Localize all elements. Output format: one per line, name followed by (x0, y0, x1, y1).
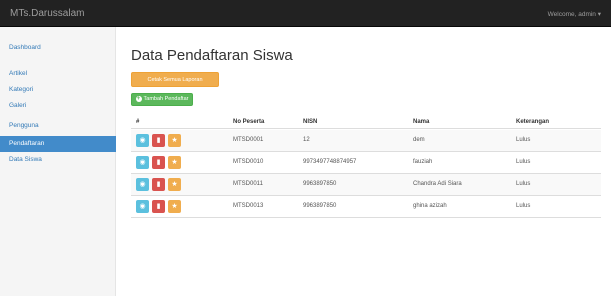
star-icon[interactable]: ★ (168, 134, 181, 147)
cell-keterangan: Lulus (516, 181, 531, 187)
star-icon[interactable]: ★ (168, 178, 181, 191)
sidebar-item-artikel[interactable]: Artikel (0, 66, 116, 82)
table-row: ◉ ▮ ★ MTSD0013 9963897850 ghina azizah L… (131, 196, 601, 218)
cell-keterangan: Lulus (516, 203, 531, 209)
trash-icon[interactable]: ▮ (152, 200, 165, 213)
eye-icon[interactable]: ◉ (136, 156, 149, 169)
top-navbar: MTs.Darussalam Welcome, admin ▾ (0, 0, 611, 27)
print-report-button[interactable]: Cetak Semua Laporan (131, 72, 219, 87)
trash-icon[interactable]: ▮ (152, 156, 165, 169)
plus-circle-icon: + (135, 95, 142, 102)
cell-nisn: 9963897850 (303, 181, 337, 187)
cell-no-peserta: MTSD0001 (233, 137, 264, 143)
sidebar-item-dashboard[interactable]: Dashboard (0, 40, 116, 56)
page-title: Data Pendaftaran Siswa (131, 47, 293, 64)
table-row: ◉ ▮ ★ MTSD0010 9973497748874957 fauziah … (131, 152, 601, 174)
sidebar-item-kategori[interactable]: Kategori (0, 82, 116, 98)
cell-nisn: 12 (303, 137, 310, 143)
sidebar-item-pengguna[interactable]: Pengguna (0, 118, 116, 134)
sidebar-item-pendaftaran[interactable]: Pendaftaran (0, 136, 116, 152)
trash-icon[interactable]: ▮ (152, 134, 165, 147)
col-header-number: # (136, 119, 140, 125)
table-header: # No Peserta NISN Nama Keterangan (131, 117, 601, 129)
star-icon[interactable]: ★ (168, 156, 181, 169)
table-row: ◉ ▮ ★ MTSD0001 12 dem Lulus (131, 130, 601, 152)
add-registrant-button[interactable]: + Tambah Pendaftar (131, 93, 193, 106)
table-row: ◉ ▮ ★ MTSD0011 9963897850 Chandra Adi Si… (131, 174, 601, 196)
app-brand[interactable]: MTs.Darussalam (10, 8, 84, 19)
cell-nama: dem (413, 137, 425, 143)
cell-nisn: 9973497748874957 (303, 159, 357, 165)
cell-keterangan: Lulus (516, 137, 531, 143)
col-header-nisn: NISN (303, 119, 318, 125)
sidebar-item-galeri[interactable]: Galeri (0, 98, 116, 114)
col-header-nama: Nama (413, 119, 430, 125)
sidebar: Dashboard Artikel Kategori Galeri Penggu… (0, 27, 116, 296)
cell-nisn: 9963897850 (303, 203, 337, 209)
eye-icon[interactable]: ◉ (136, 134, 149, 147)
main-content: Data Pendaftaran Siswa Cetak Semua Lapor… (116, 27, 611, 296)
trash-icon[interactable]: ▮ (152, 178, 165, 191)
col-header-keterangan: Keterangan (516, 119, 550, 125)
cell-nama: ghina azizah (413, 203, 447, 209)
user-menu[interactable]: Welcome, admin ▾ (548, 10, 601, 18)
cell-no-peserta: MTSD0010 (233, 159, 264, 165)
col-header-no-peserta: No Peserta (233, 119, 265, 125)
sidebar-item-data-siswa[interactable]: Data Siswa (0, 152, 116, 168)
cell-no-peserta: MTSD0011 (233, 181, 263, 187)
cell-keterangan: Lulus (516, 159, 531, 165)
star-icon[interactable]: ★ (168, 200, 181, 213)
cell-nama: fauziah (413, 159, 433, 165)
eye-icon[interactable]: ◉ (136, 200, 149, 213)
cell-no-peserta: MTSD0013 (233, 203, 264, 209)
add-registrant-label: Tambah Pendaftar (143, 96, 189, 102)
eye-icon[interactable]: ◉ (136, 178, 149, 191)
cell-nama: Chandra Adi Siara (413, 181, 462, 187)
